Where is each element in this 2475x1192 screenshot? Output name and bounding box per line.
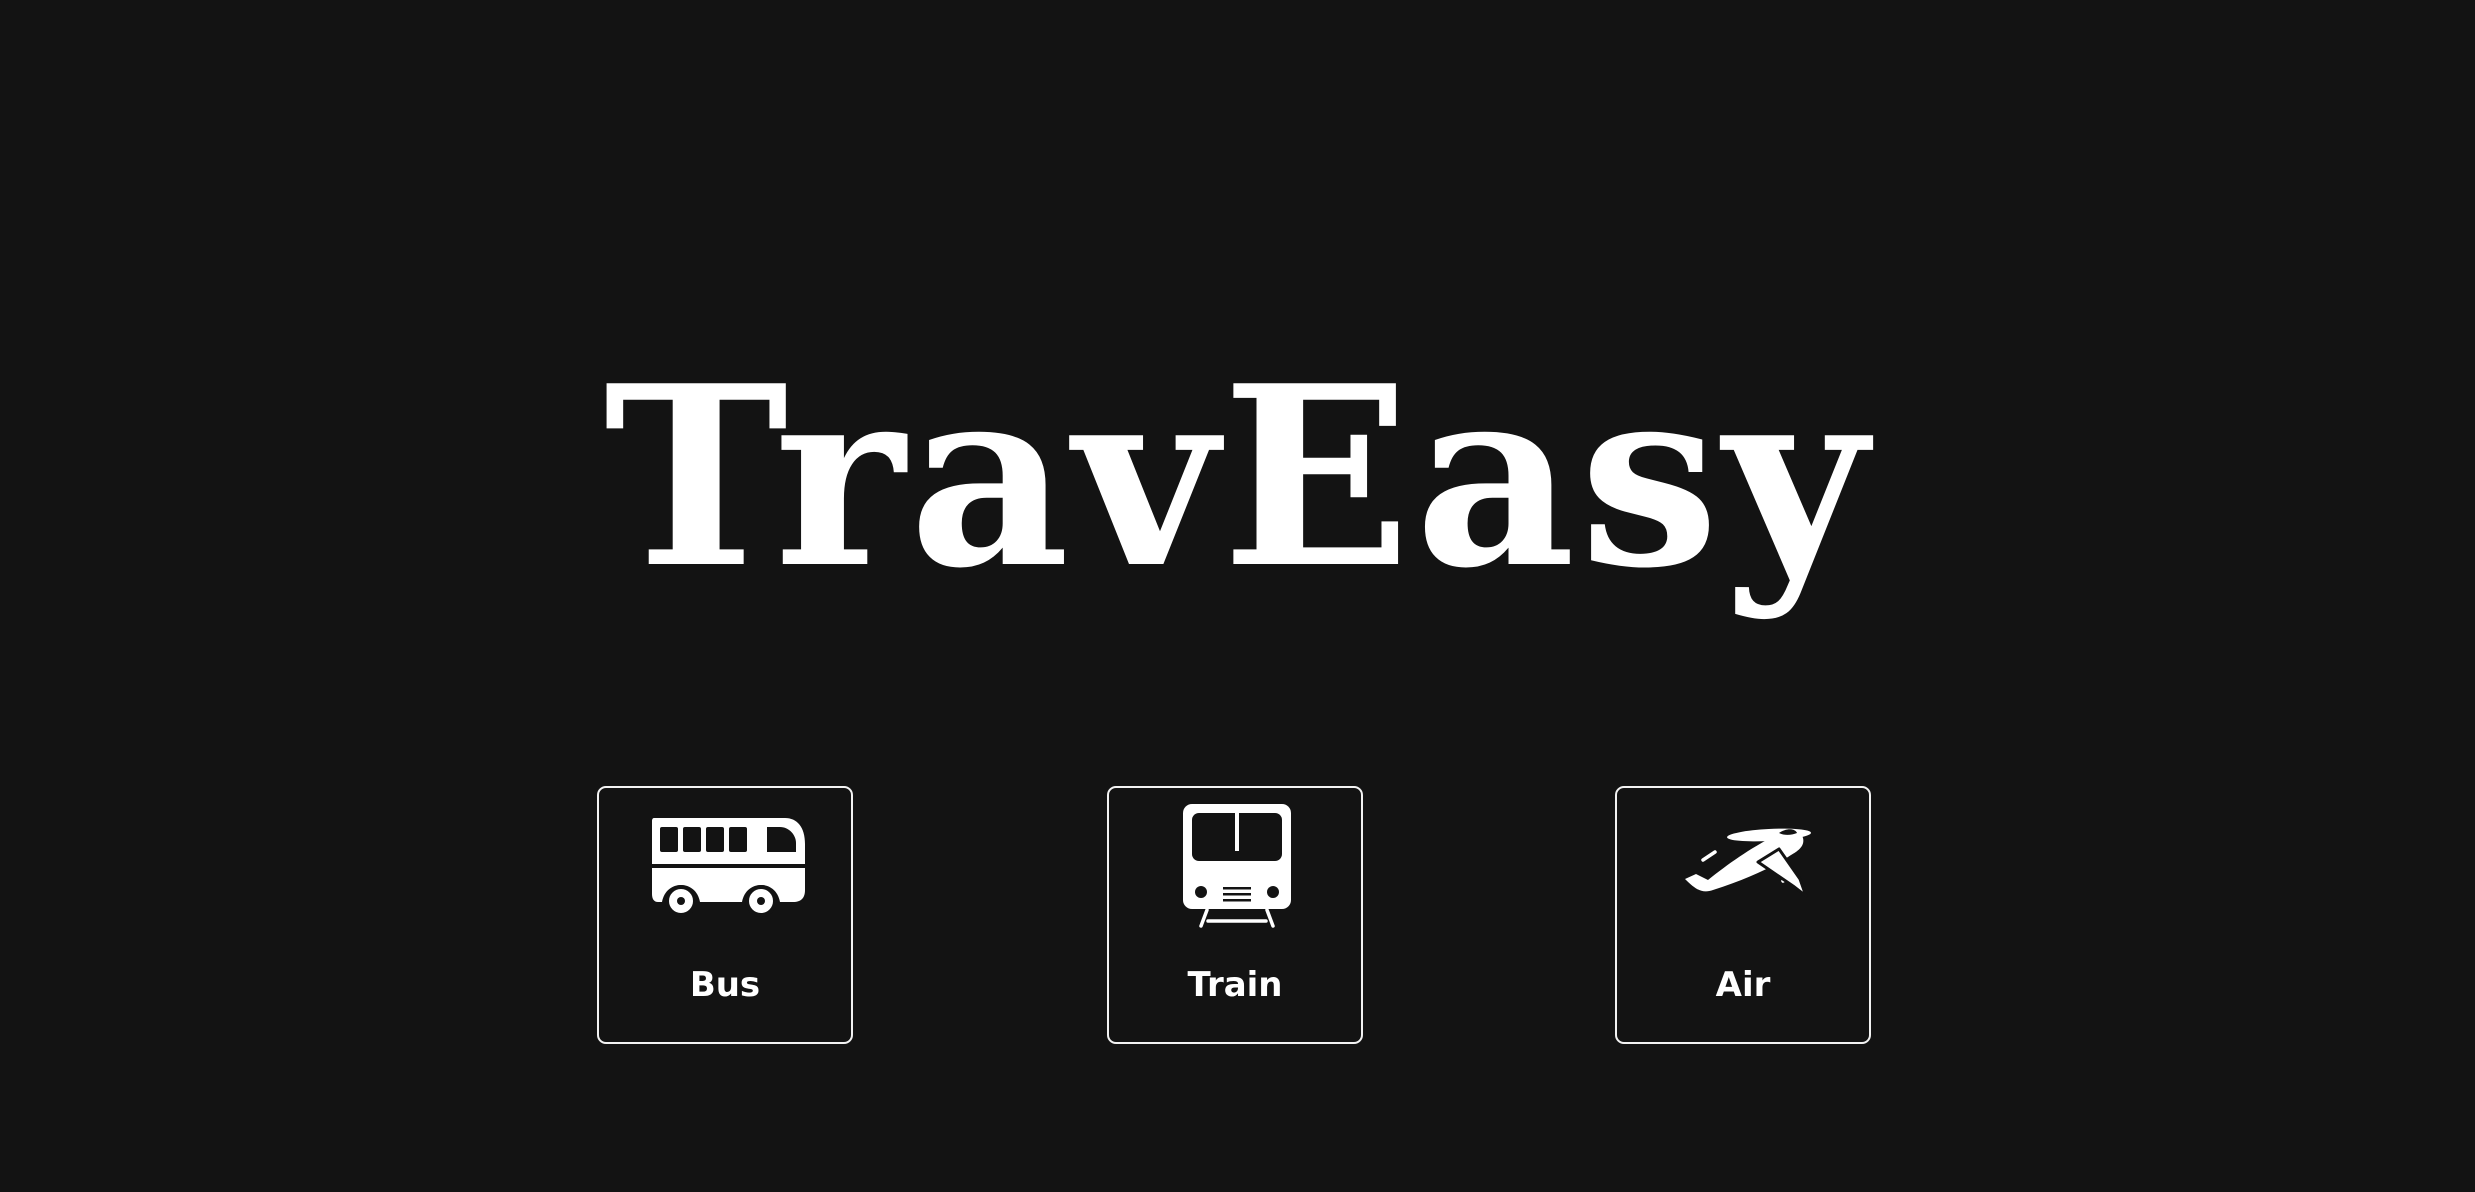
air-mode-card[interactable]: Air bbox=[1615, 786, 1871, 1044]
train-label: Train bbox=[1187, 965, 1283, 1005]
train-mode-card[interactable]: Train bbox=[1107, 786, 1363, 1044]
bus-mode-card[interactable]: Bus bbox=[597, 786, 853, 1044]
bus-icon bbox=[637, 804, 817, 944]
air-label: Air bbox=[1715, 965, 1771, 1005]
bus-label: Bus bbox=[689, 965, 761, 1005]
airplane-icon bbox=[1655, 804, 1835, 944]
train-icon bbox=[1147, 804, 1327, 944]
landing-page: TravEasy Bus Train Air bbox=[0, 0, 2475, 1192]
app-title: TravEasy bbox=[603, 332, 1872, 624]
